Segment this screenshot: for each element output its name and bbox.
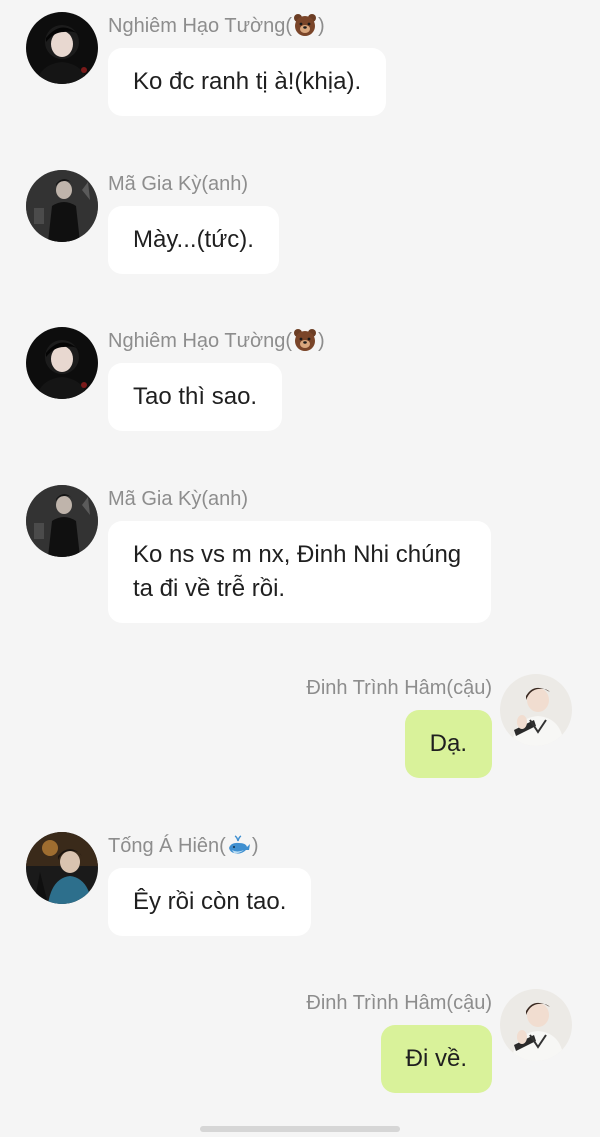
sender-name: Nghiêm Hạo Tường() [108, 328, 325, 352]
bear-icon [293, 13, 317, 37]
message-bubble[interactable]: Dạ. [404, 710, 492, 778]
message-bubble[interactable]: Tao thì sao. [108, 363, 283, 431]
avatar-ma-gia-ky[interactable] [26, 170, 98, 242]
bear-icon [293, 328, 317, 352]
sender-name: Tống Á Hiên() [108, 833, 259, 857]
sender-name: Mã Gia Kỳ(anh) [108, 173, 249, 195]
avatar-ma-gia-ky[interactable] [26, 485, 98, 557]
avatar-dinh-trinh-ham[interactable] [500, 989, 572, 1061]
message-bubble[interactable]: Ko ns vs m nx, Đinh Nhi chúng ta đi về t… [108, 521, 491, 623]
chat-thread[interactable]: Nghiêm Hạo Tường() Ko đc ranh tị à!(khịa… [0, 0, 600, 1137]
message-bubble[interactable]: Mày...(tức). [108, 206, 279, 274]
message-bubble[interactable]: Đi về. [380, 1025, 492, 1093]
home-indicator[interactable] [200, 1126, 400, 1132]
avatar-dinh-trinh-ham[interactable] [500, 674, 572, 746]
sender-name: Đinh Trình Hâm(cậu) [306, 677, 492, 699]
sender-name: Nghiêm Hạo Tường() [108, 13, 325, 37]
avatar-nghiem-hao-tuong[interactable] [26, 12, 98, 84]
sender-name: Mã Gia Kỳ(anh) [108, 488, 249, 510]
message-bubble[interactable]: Ko đc ranh tị à!(khịa). [108, 48, 387, 116]
sender-name: Đinh Trình Hâm(cậu) [306, 992, 492, 1014]
avatar-nghiem-hao-tuong[interactable] [26, 327, 98, 399]
message-bubble[interactable]: Êy rồi còn tao. [108, 868, 312, 936]
avatar-tong-a-hien[interactable] [26, 832, 98, 904]
whale-icon [227, 833, 251, 857]
